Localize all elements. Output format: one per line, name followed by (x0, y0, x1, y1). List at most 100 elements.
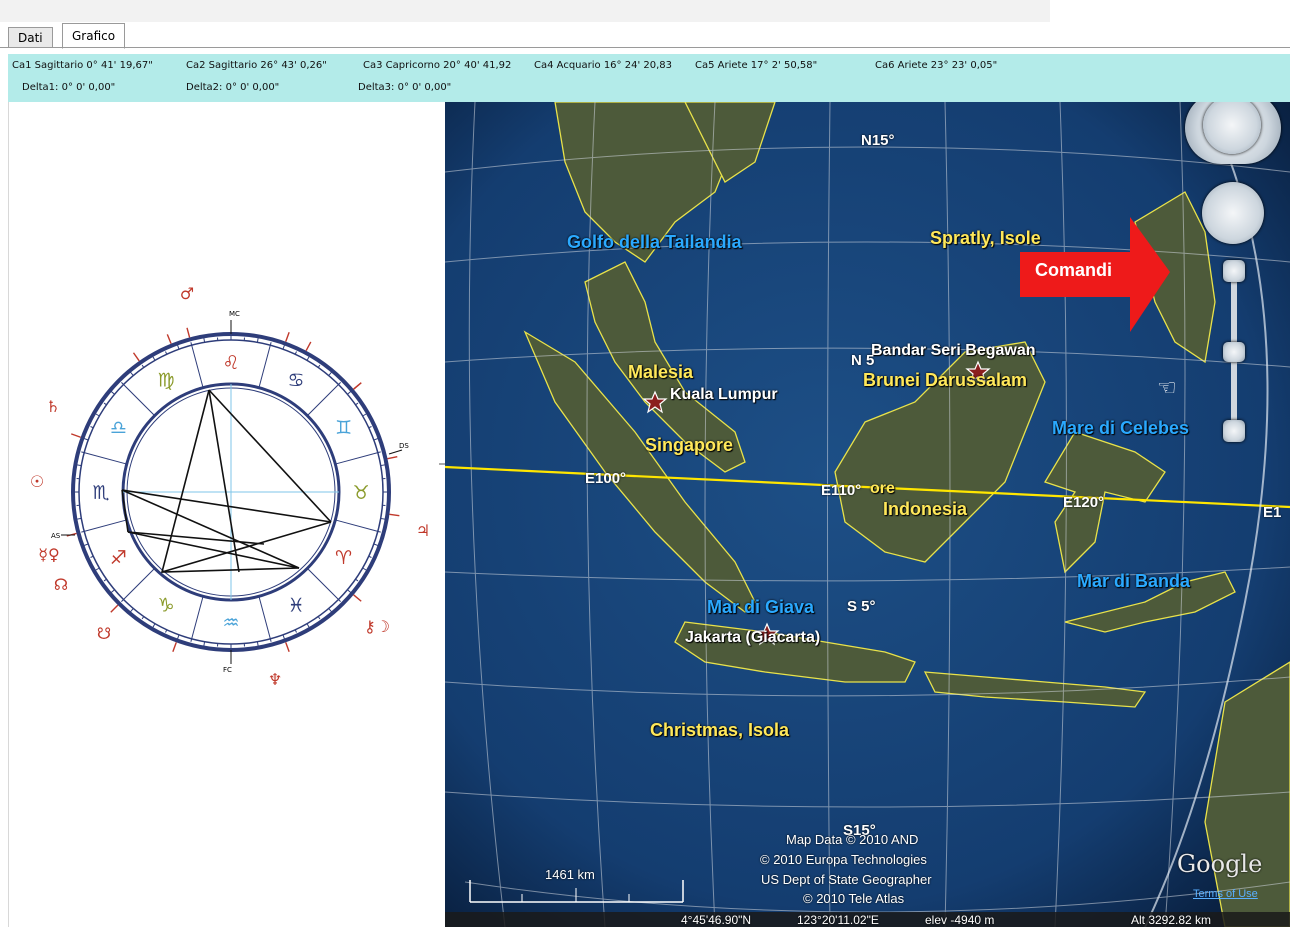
tab-divider (0, 47, 1290, 48)
sign-divider (307, 385, 338, 416)
planet-glyph: ☊ (54, 575, 68, 594)
eye-icon[interactable] (1203, 102, 1261, 154)
planet-glyph: ♂ (180, 284, 194, 303)
degree-tick (104, 579, 106, 581)
zoom-out-icon[interactable] (1223, 420, 1245, 442)
planet-glyph: ♄ (46, 397, 60, 416)
tab-dati[interactable]: Dati (8, 27, 53, 48)
label-bandar: Bandar Seri Begawan (871, 342, 1036, 360)
sign-divider (259, 596, 270, 639)
cusp-6: Ca6 Ariete 23° 23' 0,05" (875, 60, 997, 71)
zodiac-sign-glyph: ♐ (110, 547, 127, 569)
label-indonesia: Indonesia (883, 499, 967, 520)
sign-divider (192, 345, 203, 388)
delta-2: Delta2: 0° 0' 0,00" (186, 82, 279, 93)
degree-tick (121, 599, 123, 601)
zodiac-sign-glyph: ♉ (352, 482, 369, 504)
delta-3: Delta3: 0° 0' 0,00" (358, 82, 451, 93)
degree-tick (338, 599, 340, 601)
zodiac-sign-glyph: ♌ (222, 352, 239, 374)
degree-tick (338, 382, 340, 384)
status-lat: 4°45'46.90"N (681, 913, 751, 927)
credit-1: Map Data © 2010 AND (786, 832, 918, 847)
credit-4: © 2010 Tele Atlas (803, 891, 904, 906)
degree-tick (369, 426, 372, 427)
look-control[interactable] (1185, 102, 1281, 164)
callout-comandi: Comandi (1035, 260, 1112, 281)
sign-divider (192, 596, 203, 639)
planet-position-tick (286, 642, 289, 651)
cusp-5: Ca5 Ariete 17° 2' 50,58" (695, 60, 817, 71)
degree-tick (142, 617, 144, 619)
planet-position-tick (388, 457, 398, 459)
tab-grafico[interactable]: Grafico (62, 23, 125, 49)
planet-position-tick (286, 332, 289, 341)
label-kuala-lumpur: Kuala Lumpur (670, 386, 778, 404)
zoom-in-icon[interactable] (1223, 260, 1245, 282)
grid-n15: N15° (861, 132, 895, 149)
planet-position-tick (354, 595, 362, 601)
grid-e110: E110° (821, 482, 861, 499)
planet-position-tick (187, 328, 190, 338)
ds-label: DS (399, 442, 409, 450)
sign-divider (84, 453, 127, 464)
astro-chart-pane: ♌♋♊♉♈♓♒♑♐♏♎♍ ♂♄☉☿♀☊☋♃⚷☽♆ MC DS AS FC (8, 102, 446, 927)
sign-divider (307, 568, 338, 599)
label-malesia: Malesia (628, 362, 693, 383)
zodiac-sign-glyph: ♍ (157, 369, 174, 391)
degree-tick (369, 556, 372, 557)
planet-position-tick (71, 434, 80, 437)
scale-label: 1461 km (545, 867, 595, 882)
grid-e100: E100° (585, 470, 626, 487)
label-spratly: Spratly, Isole (930, 228, 1041, 249)
globe-view (445, 102, 1290, 927)
degree-tick (318, 617, 320, 619)
google-earth-map[interactable]: ☜ Comandi Golfo della Tailandia Spratly,… (445, 102, 1290, 927)
sign-divider (124, 568, 155, 599)
zodiac-sign-glyph: ♎ (110, 417, 127, 439)
label-christmas: Christmas, Isola (650, 720, 789, 741)
label-golfo: Golfo della Tailandia (567, 232, 742, 253)
degree-tick (318, 365, 320, 367)
degree-tick (165, 352, 166, 355)
pan-hand-icon[interactable] (1202, 182, 1264, 244)
planet-position-tick (306, 342, 311, 351)
terms-link[interactable]: Terms of Use (1193, 888, 1258, 900)
status-alt: Alt 3292.82 km (1131, 913, 1211, 927)
sign-divider (335, 453, 378, 464)
cusp-4: Ca4 Acquario 16° 24' 20,83 (534, 60, 672, 71)
grid-e1: E1 (1263, 504, 1281, 521)
degree-tick (91, 426, 94, 427)
label-celebes: Mare di Celebes (1052, 418, 1189, 439)
degree-tick (104, 403, 106, 405)
label-jakarta: Jakarta (Giacarta) (685, 629, 820, 647)
zodiac-sign-glyph: ♋ (287, 369, 304, 391)
grid-n5: N 5 (851, 352, 874, 369)
degree-tick (121, 382, 123, 384)
planet-glyph: ⚷☽ (364, 617, 390, 636)
fc-label: FC (223, 666, 232, 674)
label-giava: Mar di Giava (707, 597, 814, 618)
zodiac-sign-glyph: ♑ (157, 595, 174, 617)
cusp-3: Ca3 Capricorno 20° 40' 41,92 (363, 60, 511, 71)
sign-divider (335, 520, 378, 531)
zodiac-sign-glyph: ♊ (335, 417, 352, 439)
credit-3: US Dept of State Geographer (761, 872, 932, 887)
zodiac-sign-glyph: ♓ (287, 595, 304, 617)
status-elev: elev -4940 m (925, 913, 994, 927)
grid-s5: S 5° (847, 598, 876, 615)
planet-position-tick (389, 514, 399, 515)
mc-label: MC (229, 310, 240, 318)
planet-glyph: ☉ (30, 472, 44, 491)
label-singapore: Singapore (645, 435, 733, 456)
planet-position-tick (133, 353, 139, 361)
planet-position-tick (111, 605, 118, 612)
cusp-1: Ca1 Sagittario 0° 41' 19,67" (12, 60, 153, 71)
planet-position-tick (354, 383, 362, 389)
sign-divider (84, 520, 127, 531)
credit-2: © 2010 Europa Technologies (760, 852, 927, 867)
zoom-slider-thumb[interactable] (1223, 342, 1245, 362)
degree-tick (142, 365, 144, 367)
zodiac-sign-glyph: ♏ (92, 482, 109, 504)
label-banda: Mar di Banda (1077, 571, 1190, 592)
